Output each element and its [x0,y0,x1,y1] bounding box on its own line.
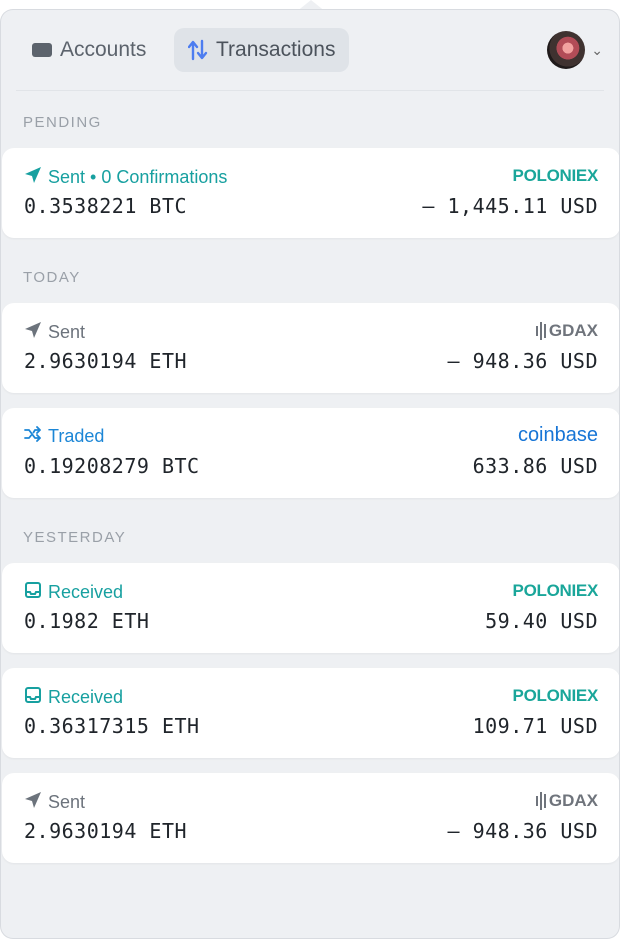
exchange-logo: GDAX [535,321,598,341]
crypto-amount: 0.3538221 BTC [24,194,188,218]
tab-accounts-label: Accounts [60,38,147,61]
avatar [547,31,586,69]
usd-amount: – 1,445.11 USD [422,194,598,218]
inbox-icon [24,686,42,709]
exchange-name: GDAX [548,791,598,810]
wallet-icon [32,43,52,57]
account-menu[interactable]: ⌄ [547,31,603,69]
transactions-popover: Accounts Transactions ⌄ PENDING Sent • 0… [1,10,619,938]
send-icon [24,791,42,814]
transaction-status-label: Sent [48,322,86,342]
inbox-icon [24,581,42,604]
usd-amount: 109.71 USD [472,714,598,738]
exchange-name: GDAX [548,321,598,340]
gdax-bars-icon [535,792,546,810]
gdax-bars-icon [535,322,546,340]
transaction-card[interactable]: Sent GDAX 2.9630194 ETH – 948.36 USD [2,303,619,393]
crypto-amount: 0.1982 ETH [24,609,150,633]
usd-amount: 59.40 USD [485,609,598,633]
transaction-status-label: Traded [48,426,105,446]
exchange-logo: POLONIEX [512,581,599,600]
transaction-card[interactable]: Received POLONIEX 0.36317315 ETH 109.71 … [2,668,619,758]
transaction-status: Traded [24,426,104,447]
section-today: TODAY [23,269,81,286]
transaction-status-label: Received [48,582,124,602]
section-pending: PENDING [23,114,102,131]
exchange-logo: POLONIEX [512,166,599,185]
tab-transactions-label: Transactions [216,38,336,61]
exchange-logo: coinbase [517,424,598,446]
shuffle-icon [24,426,42,447]
section-yesterday: YESTERDAY [23,529,127,546]
crypto-amount: 2.9630194 ETH [24,349,188,373]
crypto-amount: 0.36317315 ETH [24,714,200,738]
crypto-amount: 2.9630194 ETH [24,819,188,843]
transaction-status-label: Received [48,687,124,707]
tab-accounts[interactable]: Accounts [18,28,160,72]
usd-amount: – 948.36 USD [447,819,598,843]
usd-amount: 633.86 USD [472,454,598,478]
usd-amount: – 948.36 USD [447,349,598,373]
transaction-status: Received [24,686,123,709]
transaction-card[interactable]: Traded coinbase 0.19208279 BTC 633.86 US… [2,408,619,498]
transaction-card[interactable]: Sent GDAX 2.9630194 ETH – 948.36 USD [2,773,619,863]
transaction-status: Received [24,581,123,604]
transaction-card[interactable]: Sent • 0 Confirmations POLONIEX 0.353822… [2,148,619,238]
sort-arrows-icon [188,39,208,61]
top-bar: Accounts Transactions ⌄ [1,10,619,92]
header-divider [16,90,604,91]
transaction-status-label: Sent • 0 Confirmations [48,167,228,187]
transaction-status: Sent • 0 Confirmations [24,166,227,189]
crypto-amount: 0.19208279 BTC [24,454,200,478]
transaction-card[interactable]: Received POLONIEX 0.1982 ETH 59.40 USD [2,563,619,653]
transaction-status: Sent [24,791,85,814]
send-icon [24,166,42,189]
exchange-logo: GDAX [535,791,598,811]
transaction-status-label: Sent [48,792,86,812]
exchange-logo: POLONIEX [512,686,599,705]
tab-transactions[interactable]: Transactions [174,28,350,72]
transaction-status: Sent [24,321,85,344]
chevron-down-icon: ⌄ [591,41,603,58]
send-icon [24,321,42,344]
